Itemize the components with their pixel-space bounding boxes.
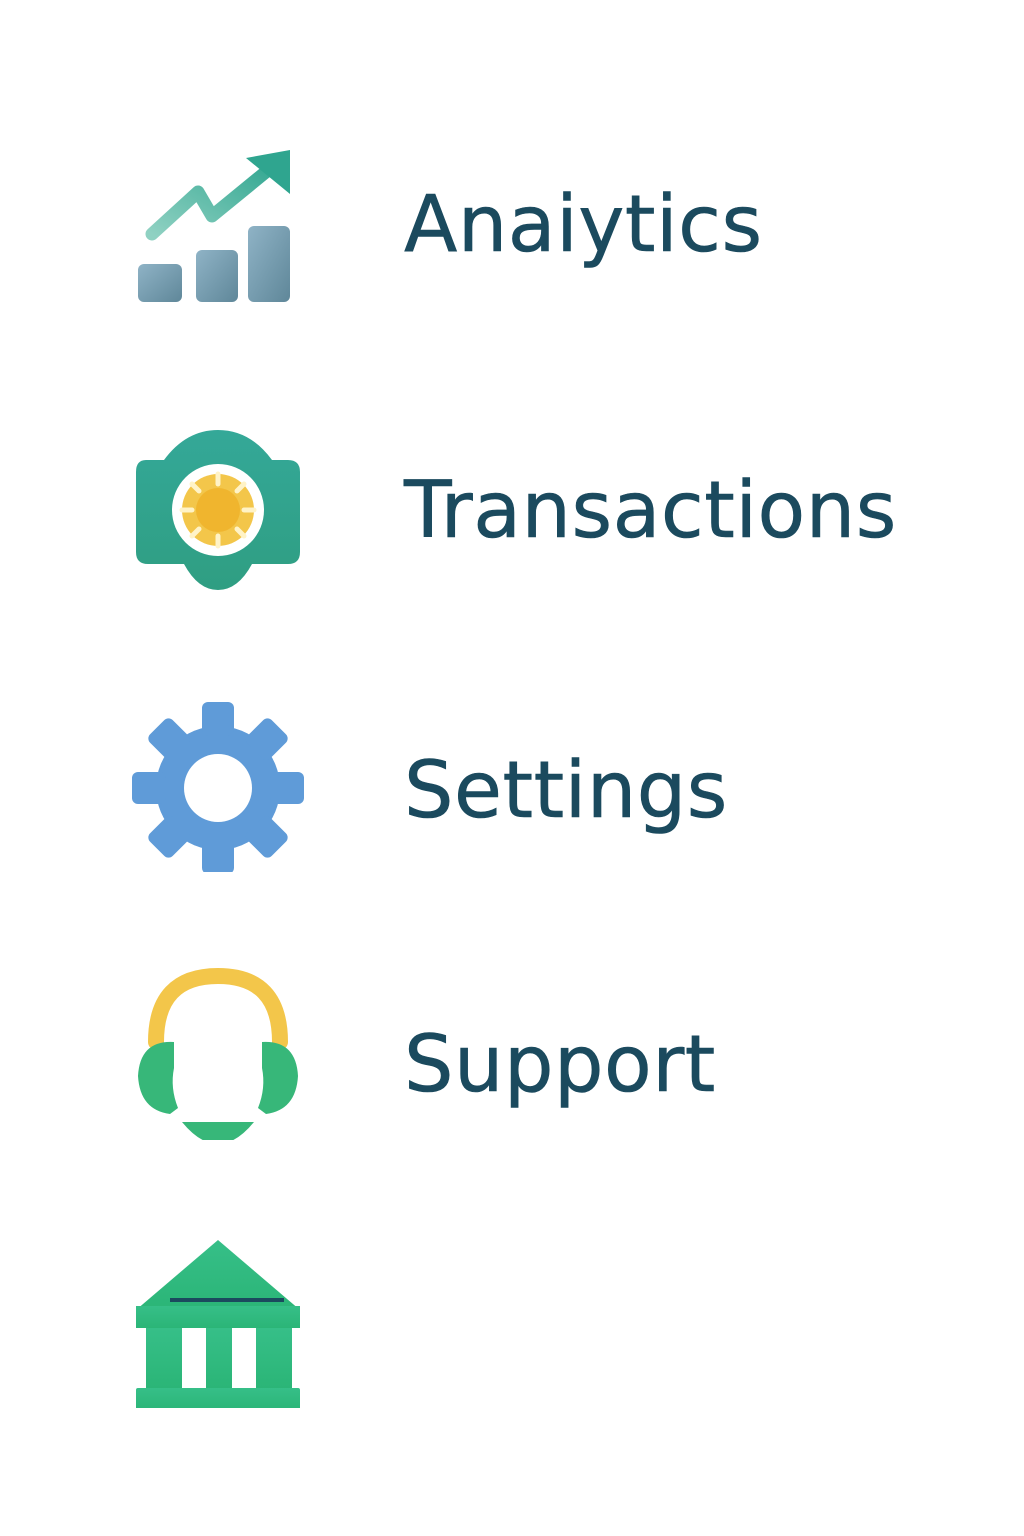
menu-item-analytics[interactable]: Anaiytics — [132, 140, 992, 320]
menu-item-label: Settings — [404, 746, 728, 836]
headset-icon — [132, 968, 304, 1140]
menu-item-settings[interactable]: Settings — [132, 700, 992, 880]
menu-item-support[interactable]: Support — [132, 968, 992, 1148]
menu-item-label: Transactions — [404, 466, 897, 556]
bank-icon — [132, 1236, 304, 1408]
gear-icon — [132, 700, 304, 872]
menu-item-transactions[interactable]: Transactions — [132, 420, 992, 600]
analytics-chart-icon — [132, 146, 304, 318]
menu-item-label: Support — [404, 1020, 716, 1110]
menu-item-label: Anaiytics — [404, 180, 763, 270]
menu-item-bank[interactable] — [132, 1236, 992, 1416]
safe-vault-icon — [132, 420, 304, 592]
icon-menu: Anaiytics Transactions Settings Support — [0, 0, 1024, 1536]
